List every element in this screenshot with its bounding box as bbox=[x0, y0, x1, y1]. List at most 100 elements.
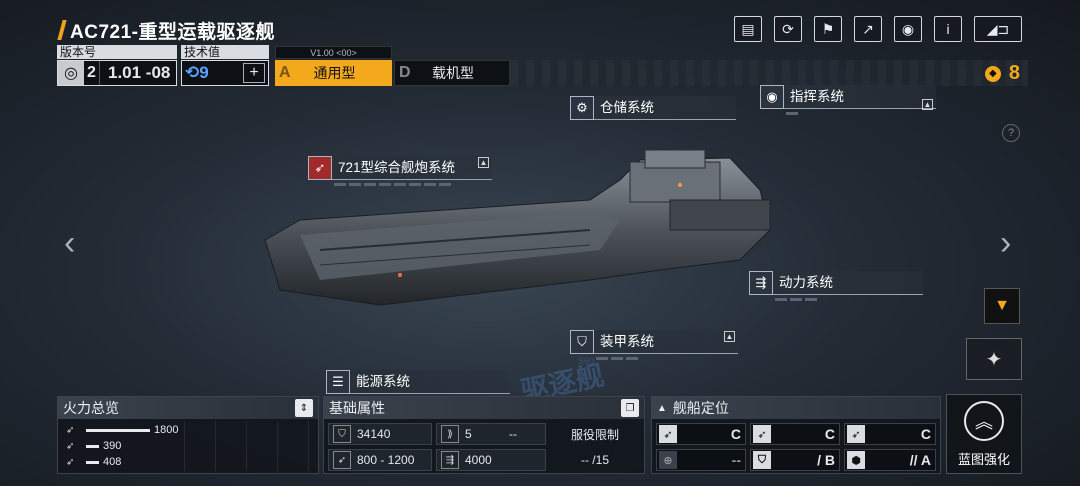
blueprint-enhance-button[interactable]: ︽ 蓝图强化 bbox=[946, 394, 1022, 474]
position-attack: ➶ C bbox=[656, 423, 746, 445]
title-accent bbox=[57, 20, 67, 40]
list-icon: ☰ bbox=[326, 370, 350, 394]
position-support: ⊕ -- bbox=[656, 449, 746, 471]
stats-panel: 基础属性 ❐ ⛉ 34140 ⟫ 5 -- 服役限制 ➶ 800 - 1200 … bbox=[323, 396, 645, 474]
expand-toggle-icon[interactable]: ⇕ bbox=[295, 399, 313, 417]
dropdown-button[interactable]: ▼ bbox=[984, 288, 1020, 324]
stat-value: 5 bbox=[465, 427, 472, 441]
system-command[interactable]: ◉ 指挥系统 ▲ bbox=[760, 85, 936, 115]
back-icon[interactable]: ◢⊐ bbox=[974, 16, 1022, 42]
antiair-icon: ➶ bbox=[847, 425, 865, 443]
system-name: 721型综合舰炮系统 bbox=[332, 156, 492, 180]
top-toolbar: ▤ ⟳ ⚑ ↗ ◉ i ◢⊐ bbox=[734, 16, 1022, 42]
currency-display: ◆ 8 bbox=[984, 62, 1020, 85]
globe-icon: ◎ bbox=[58, 61, 84, 85]
missile-icon: ➶ bbox=[308, 156, 332, 180]
view-icon[interactable]: ◉ bbox=[894, 16, 922, 42]
stat-value: 4000 bbox=[465, 453, 492, 467]
type-letter: D bbox=[399, 64, 411, 81]
system-name: 动力系统 bbox=[773, 271, 923, 295]
upgrade-icon: ▲ bbox=[724, 330, 735, 342]
system-name: 装甲系统 bbox=[594, 330, 738, 354]
type-letter: A bbox=[279, 64, 291, 81]
system-storage[interactable]: ⚙ 仓储系统 bbox=[570, 96, 736, 120]
ranged-icon: ➶ bbox=[753, 425, 771, 443]
armor-icon: ⟫ bbox=[441, 425, 459, 443]
stat-hp: ⛉ 34140 bbox=[328, 423, 432, 445]
help-icon[interactable]: ? bbox=[1002, 124, 1020, 142]
firepower-value: 390 bbox=[103, 440, 122, 452]
weapon-icon: ➶ bbox=[66, 424, 75, 436]
firepower-bar bbox=[86, 428, 150, 432]
system-name: 能源系统 bbox=[350, 370, 510, 394]
add-module-button[interactable]: ✦ bbox=[966, 338, 1022, 380]
system-name: 指挥系统 bbox=[784, 85, 936, 109]
shield-icon: ⛉ bbox=[753, 451, 771, 469]
share-icon[interactable]: ↗ bbox=[854, 16, 882, 42]
tech-box: ⟲9 + bbox=[181, 60, 269, 86]
panel-title: 火力总览 bbox=[63, 400, 119, 416]
command-icon: ◉ bbox=[760, 85, 784, 109]
shield-icon: ⛉ bbox=[333, 425, 351, 443]
engine-icon: ⇶ bbox=[749, 271, 773, 295]
shield-person-icon[interactable]: ⚑ bbox=[814, 16, 842, 42]
firepower-bar bbox=[86, 460, 99, 464]
panel-header: 基础属性 ❐ bbox=[324, 397, 644, 419]
storage-icon: ⚙ bbox=[570, 96, 594, 120]
version-label: 版本号 bbox=[57, 45, 177, 59]
firepower-value: 408 bbox=[103, 456, 122, 468]
tech-label: 技术值 bbox=[181, 45, 269, 59]
utility-icon: ⬢ bbox=[847, 451, 865, 469]
currency-value: 8 bbox=[1008, 62, 1020, 84]
system-armor[interactable]: ⛉ 装甲系统 ▲ bbox=[570, 330, 738, 360]
version-number: 2 bbox=[84, 61, 100, 85]
service-limit-value: -- /15 bbox=[580, 453, 609, 467]
system-power[interactable]: ⇶ 动力系统 bbox=[749, 271, 923, 301]
panel-title: 舰船定位 bbox=[672, 400, 729, 416]
version-tag: V1.00 <00> bbox=[275, 46, 392, 59]
positioning-panel: ▲ 舰船定位 ➶ C ➶ C ➶ C ⊕ -- ⛉ / B ⬢// A bbox=[651, 396, 941, 474]
prev-arrow-icon[interactable]: ‹ bbox=[64, 224, 75, 263]
stat-value: 800 - 1200 bbox=[357, 453, 415, 467]
system-gun[interactable]: ➶ 721型综合舰炮系统 ▲ bbox=[308, 156, 492, 186]
attack-icon: ➶ bbox=[659, 425, 677, 443]
stat-value: 34140 bbox=[357, 427, 391, 441]
version-value: 1.01 -08 bbox=[108, 63, 171, 82]
system-energy[interactable]: ☰ 能源系统 bbox=[326, 370, 510, 394]
panel-header: ▲ 舰船定位 bbox=[652, 397, 940, 419]
upgrade-icon: ▲ bbox=[478, 156, 489, 168]
chevron-up-icon: ︽ bbox=[964, 400, 1004, 441]
tech-value: ⟲9 bbox=[185, 63, 209, 82]
firepower-bar bbox=[86, 444, 99, 448]
stat-power: ⇶ 4000 bbox=[436, 449, 546, 471]
next-arrow-icon[interactable]: › bbox=[1000, 224, 1011, 263]
type-name: 通用型 bbox=[313, 65, 356, 81]
stat-extra: -- bbox=[509, 427, 517, 441]
tab-type-carrier[interactable]: D 载机型 bbox=[394, 60, 510, 86]
engine-icon: ⇶ bbox=[441, 451, 459, 469]
title-bar: AC721-重型运载驱逐舰 bbox=[57, 18, 275, 43]
firepower-panel: 火力总览 ⇕ ➶ 1800 ➶ 390 ➶ 408 bbox=[57, 396, 319, 474]
weapon-icon: ➶ bbox=[66, 440, 75, 452]
weapon-icon: ➶ bbox=[66, 456, 75, 468]
page-title: AC721-重型运载驱逐舰 bbox=[70, 21, 275, 43]
blueprint-icon[interactable]: ▤ bbox=[734, 16, 762, 42]
panel-title: 基础属性 bbox=[329, 400, 385, 416]
stat-armor: ⟫ 5 -- bbox=[436, 423, 546, 445]
position-ranged: ➶ C bbox=[750, 423, 840, 445]
window-icon[interactable]: ❐ bbox=[621, 399, 639, 417]
refresh-icon[interactable]: ⟳ bbox=[774, 16, 802, 42]
stat-speed: ➶ 800 - 1200 bbox=[328, 449, 432, 471]
support-icon: ⊕ bbox=[659, 451, 677, 469]
service-limit-label: 服役限制 bbox=[570, 427, 619, 442]
info-icon[interactable]: i bbox=[934, 16, 962, 42]
tab-type-general[interactable]: A 通用型 bbox=[275, 60, 392, 86]
system-name: 仓储系统 bbox=[594, 96, 736, 120]
type-name: 载机型 bbox=[432, 65, 474, 81]
position-antiair: ➶ C bbox=[844, 423, 936, 445]
tech-plus-button[interactable]: + bbox=[243, 63, 265, 83]
enhance-label: 蓝图强化 bbox=[957, 451, 1010, 467]
panel-header: 火力总览 ⇕ bbox=[58, 397, 318, 419]
speed-icon: ➶ bbox=[333, 451, 351, 469]
header-stripe bbox=[510, 60, 1028, 86]
